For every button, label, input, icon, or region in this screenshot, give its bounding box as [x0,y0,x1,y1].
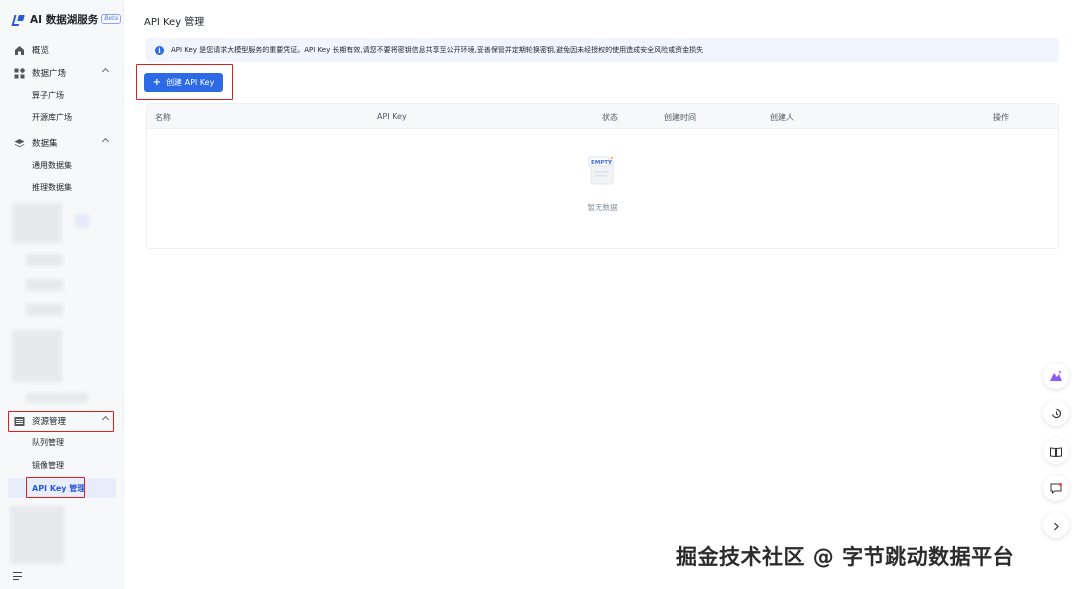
notice-text: API Key 是您请求大模型服务的重要凭证。API Key 长期有效,请您不要… [171,46,704,54]
expand-tools-button[interactable] [1043,512,1069,538]
sidebar-item-operator-square[interactable]: 算子广场 [8,85,116,105]
collapse-menu-icon[interactable] [13,572,23,581]
sidebar: AI 数据湖服务 Beta 概览 数据广场 算子广场 开源库广场 数据集 通用数… [0,0,124,589]
refresh-icon [1051,404,1062,423]
feedback-icon [1050,479,1062,498]
column-header-name: 名称 [155,113,171,122]
redacted-block [12,203,62,243]
sidebar-item-label: 数据广场 [32,69,67,79]
watermark: 掘金技术社区 @ 字节跳动数据平台 [676,545,1015,569]
redacted-block [26,254,63,266]
chevron-up-icon [101,137,110,146]
app-title: AI 数据湖服务 [30,13,99,26]
empty-text: 暂无数据 [587,203,618,212]
app-logo-icon [12,13,25,26]
chevron-up-icon [101,67,110,76]
sidebar-item-queue-mgmt[interactable]: 队列管理 [8,432,116,452]
redacted-block [12,330,62,382]
assistant-button[interactable] [1043,363,1069,389]
column-header-actions: 操作 [993,113,1009,122]
beta-badge: Beta [101,14,122,24]
sidebar-item-resource-mgmt[interactable]: 资源管理 [8,411,116,431]
assistant-icon [1049,367,1063,386]
layers-icon [14,138,25,149]
grid-icon [14,67,25,79]
docs-button[interactable] [1043,438,1069,464]
redacted-block [26,279,63,291]
sidebar-item-inference-datasets[interactable]: 推理数据集 [8,177,116,197]
feedback-button[interactable] [1043,475,1069,501]
redacted-block [26,304,63,316]
redacted-block [10,506,64,564]
sidebar-item-general-datasets[interactable]: 通用数据集 [8,155,116,175]
home-icon [14,45,25,56]
plus-icon: + [152,76,162,88]
sidebar-item-api-key-mgmt[interactable]: API Key 管理 [8,478,116,498]
sidebar-item-overview[interactable]: 概览 [8,40,116,60]
create-api-key-button[interactable]: + 创建 API Key [144,73,223,92]
sidebar-item-label: 数据集 [32,139,58,149]
sidebar-item-label: 概览 [32,46,50,56]
sidebar-item-label: 资源管理 [32,417,67,427]
api-key-table: 名称 API Key 状态 创建时间 创建人 操作 EMPTY 暂无数据 [146,103,1059,249]
history-button[interactable] [1043,400,1069,426]
sidebar-item-data-square[interactable]: 数据广场 [8,63,116,83]
sidebar-item-image-mgmt[interactable]: 镜像管理 [8,455,116,475]
column-header-creator: 创建人 [770,113,794,122]
sidebar-item-opensource-square[interactable]: 开源库广场 [8,107,116,127]
column-header-api-key: API Key [377,112,407,121]
server-icon [14,416,25,427]
empty-icon-label: EMPTY [591,160,613,166]
info-icon: i [155,45,164,55]
book-icon [1050,442,1062,461]
redacted-block [26,393,88,403]
column-header-created-time: 创建时间 [664,113,696,122]
create-api-key-label: 创建 API Key [166,78,215,87]
column-header-status: 状态 [602,113,618,122]
sidebar-item-datasets[interactable]: 数据集 [8,133,116,153]
chevron-up-icon [101,415,110,424]
chevron-right-icon [1052,516,1060,535]
empty-box-icon: EMPTY [588,154,616,186]
page-title: API Key 管理 [144,17,205,28]
table-header: 名称 API Key 状态 创建时间 创建人 操作 [147,104,1058,129]
notice-banner: i API Key 是您请求大模型服务的重要凭证。API Key 长期有效,请您… [146,38,1059,62]
brand[interactable]: AI 数据湖服务 Beta [12,11,122,27]
redacted-block [75,214,89,228]
